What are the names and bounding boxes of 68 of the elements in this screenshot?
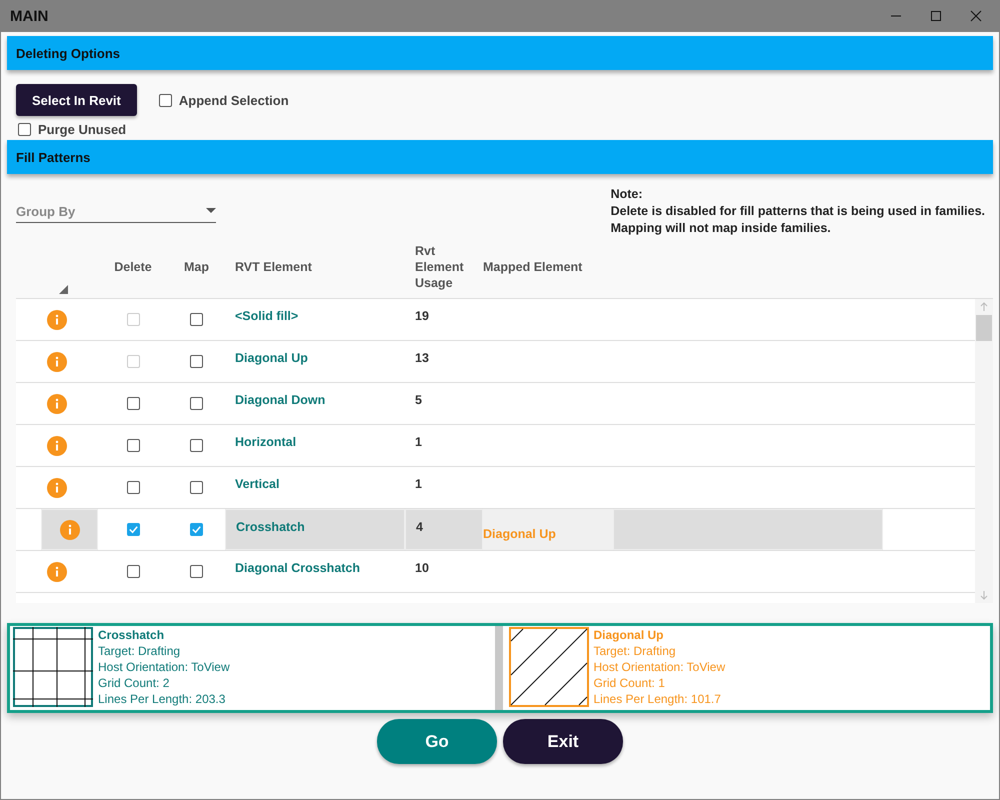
delete-checkbox[interactable] xyxy=(126,565,140,578)
pattern-property: Target: Drafting xyxy=(594,643,677,659)
section-header: Deleting Options xyxy=(7,36,993,70)
table-cell: 10 xyxy=(415,561,429,575)
table-cell: 4 xyxy=(416,520,423,534)
table-cell: Crosshatch xyxy=(236,520,305,534)
checkbox-label: Purge Unused xyxy=(38,122,126,137)
table-row[interactable]: Diagonal Up 13 xyxy=(16,341,975,383)
delete-checkbox[interactable] xyxy=(126,481,140,494)
column-header[interactable]: Rvt Element Usage xyxy=(405,236,483,298)
table-cell: 1 xyxy=(415,477,422,491)
note-text: Delete is disabled for fill patterns that is being used in families. xyxy=(610,203,985,220)
map-checkbox[interactable] xyxy=(190,313,203,326)
table-cell: 19 xyxy=(415,309,429,323)
checkbox[interactable] xyxy=(158,94,172,106)
delete-checkbox[interactable] xyxy=(126,523,140,536)
caret-icon xyxy=(206,208,216,214)
table-row[interactable]: Diagonal Down 5 xyxy=(16,383,975,425)
table-cell: <Solid fill> xyxy=(235,309,298,323)
pattern-property: Grid Count: 1 xyxy=(594,675,666,691)
crosshatch-pattern-icon xyxy=(13,627,93,707)
note-text: Mapping will not map inside families. xyxy=(610,220,832,237)
map-checkbox[interactable] xyxy=(190,481,203,494)
map-checkbox[interactable] xyxy=(190,397,203,410)
pattern-name: Crosshatch xyxy=(98,627,166,643)
diagonal-pattern-icon xyxy=(508,627,588,707)
scrollbar-thumb[interactable] xyxy=(976,315,992,341)
checkbox-label: Append Selection xyxy=(178,92,289,108)
pattern-property: Lines Per Length: 101.7 xyxy=(594,691,722,707)
table-cell: Diagonal Down xyxy=(235,393,326,407)
map-checkbox[interactable] xyxy=(190,355,203,368)
map-checkbox[interactable] xyxy=(190,523,203,536)
pattern-property: Target: Drafting xyxy=(98,643,182,659)
close-icon[interactable] xyxy=(970,10,982,22)
checkbox[interactable] xyxy=(18,123,31,136)
table-cell: 5 xyxy=(415,393,422,407)
map-checkbox[interactable] xyxy=(190,439,203,452)
table-cell: Horizontal xyxy=(235,435,296,449)
column-header[interactable]: Mapped Element xyxy=(483,236,613,298)
pattern-property: Host Orientation: ToView xyxy=(98,659,230,675)
maximize-icon[interactable] xyxy=(930,10,942,22)
pattern-property: Lines Per Length: 203.3 xyxy=(98,691,226,707)
pattern-name: Diagonal Up xyxy=(594,627,665,643)
sort-corner-icon xyxy=(58,285,68,294)
column-header[interactable]: Delete xyxy=(98,236,168,298)
table-row[interactable]: <Solid fill> 19 xyxy=(16,299,975,341)
note-title: Note: xyxy=(610,186,644,203)
table-cell: 13 xyxy=(415,351,429,365)
select-in-revit-button[interactable]: Select In Revit xyxy=(16,84,137,116)
go-button[interactable]: Go xyxy=(377,719,497,764)
column-header[interactable]: RVT Element xyxy=(225,236,405,298)
table-row[interactable]: Crosshatch 4 Diagonal Up xyxy=(16,509,975,551)
pattern-property: Grid Count: 2 xyxy=(98,675,170,691)
delete-checkbox[interactable] xyxy=(126,439,140,452)
exit-button[interactable]: Exit xyxy=(503,719,623,764)
table-row[interactable]: Horizontal 1 xyxy=(16,425,975,467)
column-header[interactable]: Map xyxy=(168,236,225,298)
delete-checkbox[interactable] xyxy=(126,397,140,410)
table-cell: Diagonal Up xyxy=(235,351,308,365)
table-cell: Diagonal Up xyxy=(483,526,556,540)
table-row[interactable]: Diagonal Crosshatch 10 xyxy=(16,551,975,593)
section-header: Fill Patterns xyxy=(7,140,993,174)
table-cell: Vertical xyxy=(235,477,280,491)
table-cell: 1 xyxy=(415,435,422,449)
pattern-property: Host Orientation: ToView xyxy=(594,659,726,675)
window-title: MAIN xyxy=(10,8,48,24)
table-cell: Diagonal Crosshatch xyxy=(235,561,360,575)
map-checkbox[interactable] xyxy=(190,565,203,578)
